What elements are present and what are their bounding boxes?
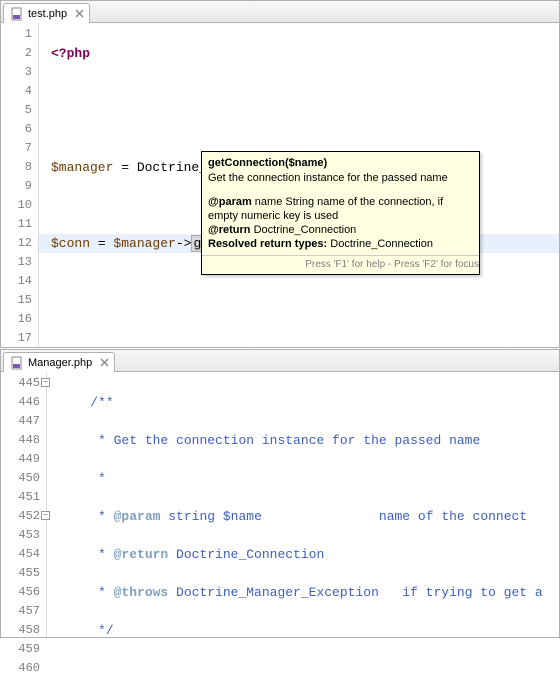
code-area-bottom[interactable]: 445− 446447448449450451 452− 45345445545… [1,372,559,637]
tooltip-footer: Press 'F1' for help - Press 'F2' for foc… [202,255,479,274]
fold-icon[interactable]: − [41,511,50,520]
close-icon[interactable] [73,8,85,20]
editor-pane-bottom: Manager.php 445− 446447448449450451 452−… [0,349,560,638]
php-open: <? [51,46,67,61]
line-gutter: 1234567891011121314151617 [1,23,39,347]
php-file-icon [10,356,24,370]
tooltip-return: @return Doctrine_Connection [208,223,473,237]
code-area[interactable]: 1234567891011121314151617 <?php $manager… [1,23,559,347]
hover-tooltip: getConnection($name) Get the connection … [201,151,480,275]
tab-label: test.php [28,8,67,20]
code-body-bottom[interactable]: /** * Get the connection instance for th… [47,372,559,637]
tooltip-signature: getConnection($name) [208,156,473,170]
tab-manager-php[interactable]: Manager.php [3,352,115,372]
php-file-icon [10,7,24,21]
tooltip-param: @param name String name of the connectio… [208,195,473,223]
close-icon[interactable] [98,357,110,369]
tooltip-resolved: Resolved return types: Doctrine_Connecti… [208,237,473,251]
editor-pane-top: test.php 1234567891011121314151617 <?php… [0,0,560,348]
tab-test-php[interactable]: test.php [3,3,90,23]
tab-label: Manager.php [28,357,92,369]
tooltip-description: Get the connection instance for the pass… [208,171,473,185]
tab-bar-bottom: Manager.php [1,350,559,372]
fold-icon[interactable]: − [41,378,50,387]
line-gutter-bottom: 445− 446447448449450451 452− 45345445545… [1,372,47,637]
tab-bar: test.php [1,1,559,23]
